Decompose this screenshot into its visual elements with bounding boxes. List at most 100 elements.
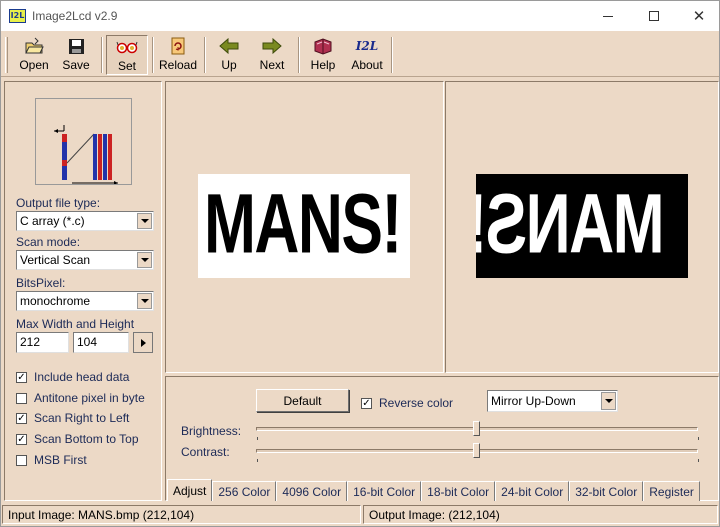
- max-width-input[interactable]: 212: [16, 332, 69, 353]
- dropdown-button[interactable]: [601, 392, 616, 410]
- max-height-input[interactable]: 104: [73, 332, 129, 353]
- open-button[interactable]: Open: [13, 35, 55, 75]
- help-button[interactable]: Help: [303, 35, 343, 75]
- antitone-pixel-checkbox[interactable]: Antitone pixel in byte: [16, 391, 145, 405]
- msb-first-checkbox[interactable]: MSB First: [16, 453, 87, 467]
- up-button[interactable]: Up: [209, 35, 249, 75]
- default-button[interactable]: Default: [256, 389, 349, 412]
- chevron-down-icon: [140, 219, 149, 223]
- tab-32-bit-color[interactable]: 32-bit Color: [569, 481, 644, 501]
- scan-direction-preview: [35, 98, 132, 185]
- dropdown-button[interactable]: [137, 213, 152, 229]
- save-label: Save: [62, 58, 90, 72]
- dropdown-button[interactable]: [137, 252, 152, 268]
- checkbox-box[interactable]: ✓: [16, 412, 27, 424]
- apply-size-button[interactable]: [133, 332, 153, 353]
- input-image-status: Input Image: MANS.bmp (212,104): [2, 505, 361, 524]
- checkbox-box[interactable]: [16, 392, 27, 404]
- checkbox-box[interactable]: ✓: [16, 433, 27, 445]
- checkbox-label: Scan Right to Left: [34, 411, 130, 425]
- output-image-pane: MANS!: [445, 81, 719, 373]
- minimize-button[interactable]: [585, 1, 631, 31]
- toolbar-separator: [152, 37, 154, 73]
- input-image: MANS!: [198, 174, 410, 278]
- scan-mode-value: Vertical Scan: [20, 253, 91, 267]
- checkbox-box[interactable]: ✓: [16, 371, 27, 383]
- maximize-icon: [649, 11, 659, 21]
- checkbox-label: Antitone pixel in byte: [34, 391, 145, 405]
- output-image: MANS!: [476, 174, 688, 278]
- about-label: About: [351, 58, 383, 72]
- checkbox-box[interactable]: ✓: [361, 397, 372, 409]
- minimize-icon: [603, 15, 613, 17]
- checkbox-label: Scan Bottom to Top: [34, 432, 139, 446]
- close-button[interactable]: ✕: [676, 1, 720, 31]
- input-image-text: MANS!: [204, 176, 402, 271]
- scan-right-to-left-checkbox[interactable]: ✓ Scan Right to Left: [16, 411, 129, 425]
- title-bar: I2L Image2Lcd v2.9 ✕: [1, 1, 719, 31]
- contrast-label: Contrast:: [181, 445, 230, 459]
- toolbar-grip: [5, 37, 8, 73]
- window-title: Image2Lcd v2.9: [32, 9, 118, 23]
- bits-pixel-label: BitsPixel:: [16, 276, 66, 290]
- checkbox-box[interactable]: [16, 454, 27, 466]
- tab-18-bit-color[interactable]: 18-bit Color: [421, 481, 496, 501]
- tab-24-bit-color[interactable]: 24-bit Color: [495, 481, 570, 501]
- i2l-logo-icon: I2L: [355, 39, 379, 53]
- mirror-select[interactable]: Mirror Up-Down: [487, 390, 618, 412]
- save-button[interactable]: Save: [57, 35, 95, 75]
- toolbar-separator: [391, 37, 393, 73]
- input-image-pane: MANS!: [165, 81, 444, 373]
- output-image-text: MANS!: [476, 176, 665, 271]
- app-window: I2L Image2Lcd v2.9 ✕ Open Save Set Reloa…: [0, 0, 720, 527]
- up-label: Up: [221, 58, 237, 72]
- set-button[interactable]: Set: [106, 35, 148, 75]
- help-label: Help: [310, 58, 336, 72]
- tab-4096-color[interactable]: 4096 Color: [276, 481, 348, 501]
- brightness-label: Brightness:: [181, 424, 242, 438]
- next-button[interactable]: Next: [252, 35, 292, 75]
- reverse-color-label: Reverse color: [379, 396, 454, 410]
- tab-adjust[interactable]: Adjust: [167, 479, 213, 501]
- output-file-type-value: C array (*.c): [20, 214, 85, 228]
- include-head-data-checkbox[interactable]: ✓ Include head data: [16, 370, 129, 384]
- bits-pixel-select[interactable]: monochrome: [16, 291, 154, 311]
- toolbar: Open Save Set Reload Up Next Help I2L Ab…: [1, 31, 719, 77]
- settings-panel: Output file type: C array (*.c) Scan mod…: [4, 81, 162, 501]
- open-label: Open: [19, 58, 49, 72]
- set-label: Set: [117, 59, 136, 73]
- next-label: Next: [259, 58, 285, 72]
- about-button[interactable]: I2L About: [346, 35, 388, 75]
- maximize-button[interactable]: [631, 1, 677, 31]
- tab-register[interactable]: Register: [643, 481, 700, 501]
- reload-label: Reload: [158, 58, 198, 72]
- output-file-type-label: Output file type:: [16, 196, 101, 210]
- bits-pixel-value: monochrome: [20, 294, 91, 308]
- reload-button[interactable]: Reload: [156, 35, 200, 75]
- app-icon: I2L: [9, 9, 26, 23]
- tab-bar: Adjust 256 Color 4096 Color 16-bit Color…: [167, 479, 700, 501]
- brightness-slider-thumb[interactable]: [473, 421, 480, 436]
- tab-256-color[interactable]: 256 Color: [212, 481, 277, 501]
- toolbar-separator: [101, 37, 103, 73]
- chevron-down-icon: [604, 399, 613, 403]
- output-file-type-select[interactable]: C array (*.c): [16, 211, 154, 231]
- open-folder-icon: [22, 36, 46, 56]
- dropdown-button[interactable]: [137, 293, 152, 309]
- play-arrow-icon: [140, 338, 146, 347]
- chevron-down-icon: [140, 258, 149, 262]
- contrast-slider-thumb[interactable]: [473, 443, 480, 458]
- checkbox-label: MSB First: [34, 453, 87, 467]
- tab-16-bit-color[interactable]: 16-bit Color: [347, 481, 422, 501]
- toolbar-separator: [298, 37, 300, 73]
- reverse-color-checkbox[interactable]: ✓ Reverse color: [361, 396, 453, 410]
- glasses-icon: [115, 37, 139, 57]
- max-size-label: Max Width and Height: [16, 317, 135, 331]
- checkbox-label: Include head data: [34, 370, 130, 384]
- scan-bottom-to-top-checkbox[interactable]: ✓ Scan Bottom to Top: [16, 432, 139, 446]
- brightness-ticks: [257, 437, 699, 440]
- arrow-right-icon: [260, 36, 284, 56]
- floppy-disk-icon: [64, 36, 88, 56]
- status-bar: Input Image: MANS.bmp (212,104) Output I…: [1, 503, 719, 526]
- scan-mode-select[interactable]: Vertical Scan: [16, 250, 154, 270]
